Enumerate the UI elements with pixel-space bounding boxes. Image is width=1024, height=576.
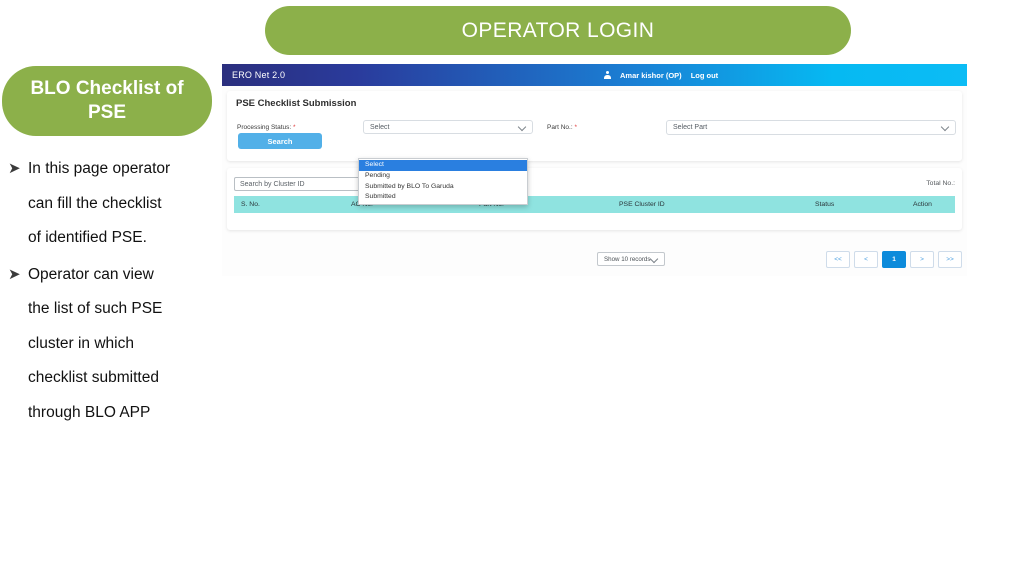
search-placeholder: Search by Cluster ID xyxy=(240,181,305,188)
menu-item-submitted-by-blo-to-garuda[interactable]: Submitted by BLO To Garuda xyxy=(359,181,527,192)
records-per-page-select[interactable]: Show 10 records xyxy=(597,252,665,266)
arrow-bullet-icon: ➤ xyxy=(8,258,28,293)
pagination-next-button[interactable]: > xyxy=(910,251,934,268)
app-header-bar: ERO Net 2.0 Amar kishor (OP) Log out xyxy=(222,64,967,86)
chevron-down-icon xyxy=(518,122,526,130)
bullet-line: checklist submitted xyxy=(28,361,218,396)
bullet-line: the list of such PSE xyxy=(28,292,218,327)
table-header-row: S. No. AC No. Part No. PSE Cluster ID St… xyxy=(234,196,955,213)
required-asterisk: * xyxy=(293,124,296,131)
app-body: PSE Checklist Submission Processing Stat… xyxy=(222,86,967,276)
arrow-bullet-icon: ➤ xyxy=(8,152,28,187)
list-item: ➤ Operator can view the list of such PSE… xyxy=(8,258,218,431)
processing-status-value: Select xyxy=(370,124,389,131)
bullet-line: can fill the checklist xyxy=(28,187,218,222)
part-no-label: Part No.: * xyxy=(547,124,577,131)
section-badge-text: BLO Checklist of PSE xyxy=(14,77,200,125)
processing-status-select[interactable]: Select xyxy=(363,120,533,134)
bullet-line: of identified PSE. xyxy=(28,221,218,256)
bullet-text: Operator can view the list of such PSE c… xyxy=(28,258,218,431)
bullet-text: In this page operator can fill the check… xyxy=(28,152,218,256)
card-title: PSE Checklist Submission xyxy=(236,98,356,109)
logout-link[interactable]: Log out xyxy=(691,71,719,80)
pagination: << < 1 > >> xyxy=(826,251,962,268)
bullet-line: cluster in which xyxy=(28,327,218,362)
part-no-value: Select Part xyxy=(673,124,707,131)
pagination-page-1-button[interactable]: 1 xyxy=(882,251,906,268)
pagination-prev-button[interactable]: < xyxy=(854,251,878,268)
column-header-s-no: S. No. xyxy=(234,201,344,208)
chevron-down-icon xyxy=(650,254,658,262)
chevron-down-icon xyxy=(941,123,949,131)
list-item: ➤ In this page operator can fill the che… xyxy=(8,152,218,256)
table-card: Search by Cluster ID Total No.: S. No. A… xyxy=(227,168,962,230)
bullet-line: Operator can view xyxy=(28,258,218,293)
bullet-line: In this page operator xyxy=(28,152,218,187)
search-button[interactable]: Search xyxy=(238,133,322,149)
app-brand-label: ERO Net 2.0 xyxy=(232,70,285,80)
column-header-status: Status xyxy=(808,201,906,208)
records-per-page-value: Show 10 records xyxy=(604,256,650,263)
page-title-text: OPERATOR LOGIN xyxy=(462,19,655,43)
required-asterisk: * xyxy=(574,124,577,131)
bullet-list: ➤ In this page operator can fill the che… xyxy=(8,152,218,432)
section-badge: BLO Checklist of PSE xyxy=(2,66,212,136)
user-icon xyxy=(604,71,611,79)
menu-item-pending[interactable]: Pending xyxy=(359,171,527,182)
processing-status-dropdown-menu[interactable]: Select Pending Submitted by BLO To Garud… xyxy=(358,158,528,205)
column-header-pse-cluster-id: PSE Cluster ID xyxy=(612,201,808,208)
total-count-label: Total No.: xyxy=(926,180,955,187)
menu-item-select[interactable]: Select xyxy=(359,160,527,171)
app-screenshot-panel: ERO Net 2.0 Amar kishor (OP) Log out PSE… xyxy=(222,64,967,276)
processing-status-label: Processing Status: * xyxy=(237,124,296,131)
pagination-last-button[interactable]: >> xyxy=(938,251,962,268)
username-label: Amar kishor (OP) xyxy=(620,71,682,80)
column-header-action: Action xyxy=(906,201,955,208)
bullet-line: through BLO APP xyxy=(28,396,218,431)
form-card: PSE Checklist Submission Processing Stat… xyxy=(227,91,962,161)
user-area: Amar kishor (OP) Log out xyxy=(604,71,718,80)
page-title: OPERATOR LOGIN xyxy=(265,6,851,55)
part-no-select[interactable]: Select Part xyxy=(666,120,956,135)
menu-item-submitted[interactable]: Submitted xyxy=(359,192,527,203)
pagination-first-button[interactable]: << xyxy=(826,251,850,268)
